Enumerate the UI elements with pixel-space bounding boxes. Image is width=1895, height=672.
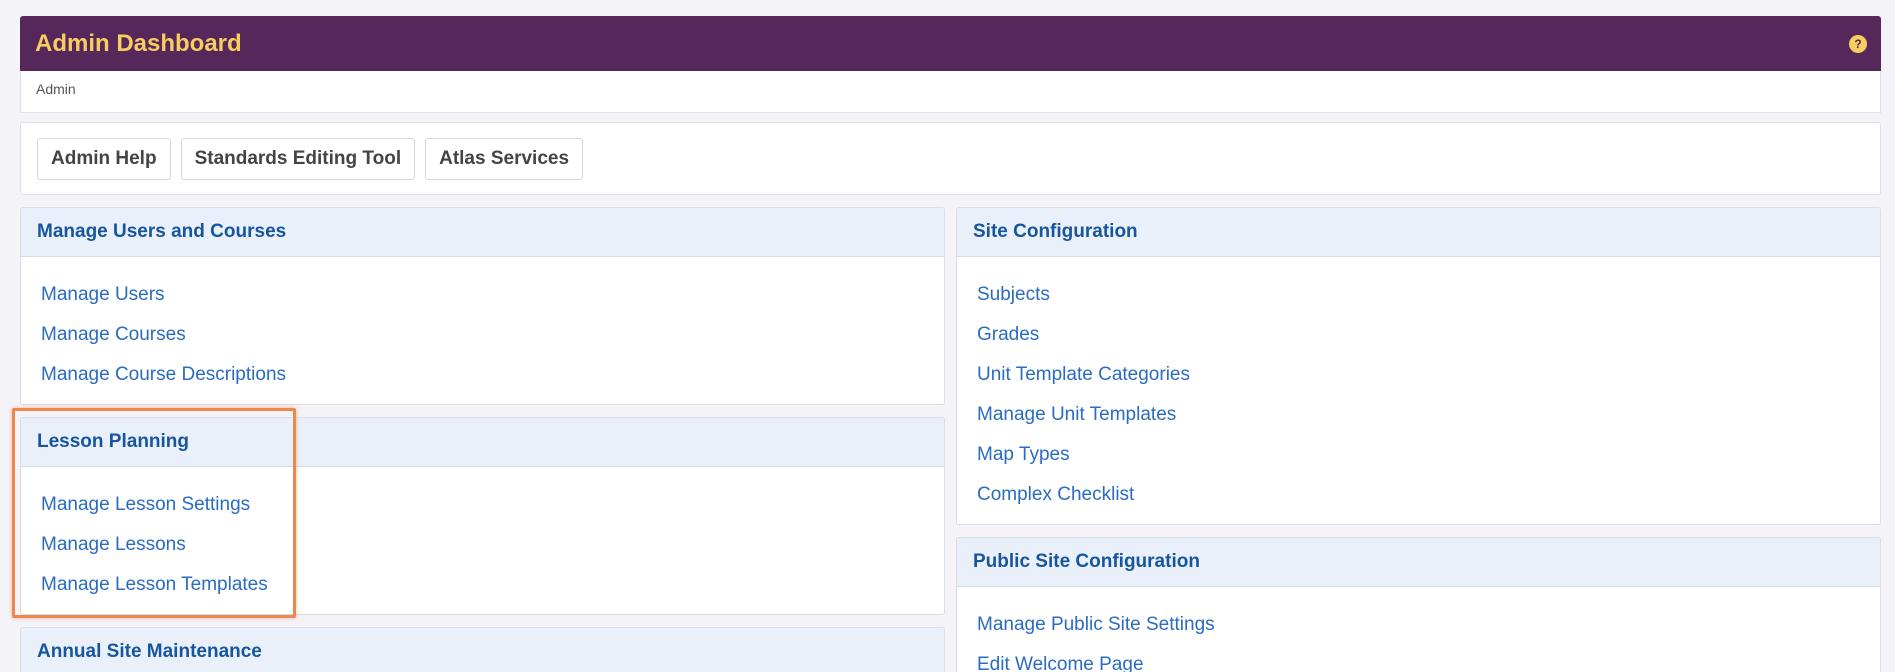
complex-checklist-link[interactable]: Complex Checklist [977,475,1860,515]
panel-site-configuration: Site Configuration Subjects Grades Unit … [956,207,1881,525]
unit-template-categories-link[interactable]: Unit Template Categories [977,355,1860,395]
panel-title: Manage Users and Courses [21,208,944,257]
panel-title: Site Configuration [957,208,1880,257]
panel-annual-site-maintenance: Annual Site Maintenance [20,627,945,672]
breadcrumb: Admin [20,71,1881,113]
manage-lesson-settings-link[interactable]: Manage Lesson Settings [41,485,924,525]
help-icon[interactable]: ? [1849,34,1867,53]
toolbar: Admin Help Standards Editing Tool Atlas … [20,122,1881,195]
manage-public-site-settings-link[interactable]: Manage Public Site Settings [977,605,1860,645]
page-title: Admin Dashboard [35,29,242,57]
subjects-link[interactable]: Subjects [977,275,1860,315]
grades-link[interactable]: Grades [977,315,1860,355]
manage-lessons-link[interactable]: Manage Lessons [41,525,924,565]
panel-manage-users-courses: Manage Users and Courses Manage Users Ma… [20,207,945,405]
breadcrumb-item-admin[interactable]: Admin [36,81,76,97]
panel-lesson-planning: Lesson Planning Manage Lesson Settings M… [20,417,945,615]
page-header: Admin Dashboard ? [20,16,1881,71]
panel-title: Annual Site Maintenance [21,628,944,672]
manage-users-link[interactable]: Manage Users [41,275,924,315]
panel-title: Public Site Configuration [957,538,1880,587]
manage-course-descriptions-link[interactable]: Manage Course Descriptions [41,355,924,395]
admin-help-button[interactable]: Admin Help [37,137,171,180]
map-types-link[interactable]: Map Types [977,435,1860,475]
edit-welcome-page-link[interactable]: Edit Welcome Page [977,645,1860,672]
manage-courses-link[interactable]: Manage Courses [41,315,924,355]
manage-lesson-templates-link[interactable]: Manage Lesson Templates [41,565,924,605]
panel-public-site-configuration: Public Site Configuration Manage Public … [956,537,1881,672]
manage-unit-templates-link[interactable]: Manage Unit Templates [977,395,1860,435]
atlas-services-button[interactable]: Atlas Services [425,137,584,180]
standards-editing-tool-button[interactable]: Standards Editing Tool [180,137,416,180]
panel-title: Lesson Planning [21,418,944,467]
